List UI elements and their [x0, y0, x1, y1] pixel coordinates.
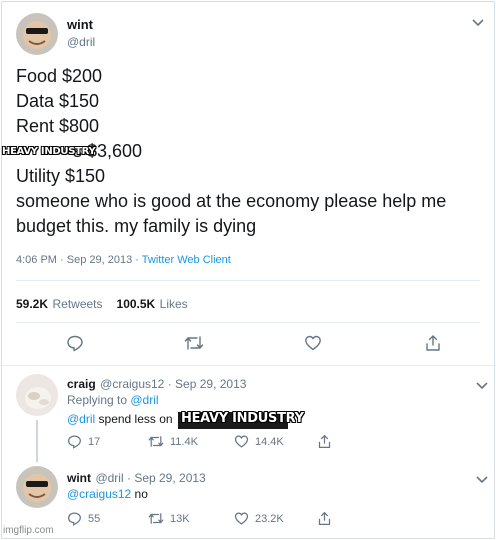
- retweets-stat[interactable]: 59.2K Retweets: [16, 295, 103, 313]
- likes-label: Likes: [159, 297, 188, 311]
- tweet-line-body-2: budget this. my family is dying: [16, 216, 257, 236]
- retweet-button[interactable]: 13K: [148, 511, 190, 526]
- reply-body: no: [131, 487, 148, 501]
- chevron-down-icon[interactable]: [472, 16, 484, 30]
- meme-overlay: HEAVY INDUSTRY: [2, 146, 96, 157]
- reply-text: @dril spend less on: [67, 412, 173, 426]
- like-count: 14.4K: [255, 435, 284, 448]
- replying-prefix: Replying to: [67, 393, 131, 407]
- reply-text: @craigus12 no: [67, 487, 148, 501]
- reply-body: spend less on: [95, 412, 173, 426]
- like-count: 23.2K: [255, 512, 284, 525]
- reply-date[interactable]: Sep 29, 2013: [175, 377, 246, 391]
- retweet-count: 13K: [170, 512, 190, 525]
- author-handle[interactable]: @dril: [67, 35, 95, 49]
- watermark: imgflip.com: [3, 525, 54, 536]
- tweet-client[interactable]: Twitter Web Client: [142, 254, 231, 266]
- tweet-line-data: Data $150: [16, 91, 100, 111]
- chevron-down-icon[interactable]: [476, 379, 488, 393]
- tweet-line-rent: Rent $800: [16, 116, 100, 136]
- retweet-icon: [148, 436, 164, 447]
- retweets-count: 59.2K: [16, 297, 49, 311]
- retweet-icon[interactable]: [184, 334, 204, 357]
- like-icon[interactable]: [304, 334, 322, 357]
- meme-overlay: HEAVY INDUSTRY: [181, 411, 304, 426]
- reply-icon: [68, 435, 81, 449]
- reply-author-handle[interactable]: @dril: [95, 471, 123, 485]
- retweet-count: 11.4K: [170, 435, 198, 448]
- like-icon: [234, 512, 249, 525]
- tweet-stats: 59.2K Retweets 100.5K Likes: [16, 295, 188, 313]
- likes-count: 100.5K: [116, 297, 156, 311]
- share-button[interactable]: [317, 434, 332, 449]
- divider: [16, 322, 480, 323]
- avatar[interactable]: [16, 13, 58, 55]
- reply-avatar[interactable]: [16, 466, 58, 508]
- retweet-icon: [148, 513, 164, 524]
- like-button[interactable]: 23.2K: [234, 511, 284, 526]
- reply-icon[interactable]: [66, 334, 84, 357]
- tweet-meta: 4:06 PM · Sep 29, 2013 · Twitter Web Cli…: [16, 254, 231, 266]
- replying-to: Replying to @dril: [67, 393, 159, 407]
- tweet-line-food: Food $200: [16, 66, 103, 86]
- chevron-down-icon[interactable]: [476, 473, 488, 487]
- reply-count: 17: [88, 435, 101, 448]
- retweet-button[interactable]: 11.4K: [148, 434, 198, 449]
- share-icon: [318, 434, 331, 448]
- tweet-line-body-1: someone who is good at the economy pleas…: [16, 191, 447, 211]
- reply-button[interactable]: 55: [67, 511, 100, 526]
- divider: [16, 280, 480, 281]
- reply-author-name[interactable]: wint: [67, 471, 91, 485]
- reply-actions: 55 13K 23.2K: [67, 511, 367, 529]
- likes-stat[interactable]: 100.5K Likes: [117, 295, 188, 313]
- reply-actions: 17 11.4K 14.4K: [67, 434, 367, 452]
- mention[interactable]: @craigus12: [67, 487, 131, 501]
- reply-header: craig @craigus12 · Sep 29, 2013: [67, 375, 246, 393]
- tweet-line-utility: Utility $150: [16, 166, 106, 186]
- separator: ·: [164, 377, 176, 391]
- reply-count: 55: [88, 512, 101, 525]
- reply-author-handle[interactable]: @craigus12: [100, 377, 164, 391]
- separator: ·: [123, 471, 135, 485]
- reply-avatar[interactable]: [16, 374, 58, 416]
- reply-header: wint @dril · Sep 29, 2013: [67, 469, 206, 487]
- retweets-label: Retweets: [52, 297, 103, 311]
- like-icon: [234, 435, 249, 448]
- divider: [0, 365, 496, 366]
- reply-author-name[interactable]: craig: [67, 377, 96, 391]
- reply-icon: [68, 512, 81, 526]
- share-button[interactable]: [317, 511, 332, 526]
- share-icon: [318, 511, 331, 525]
- reply-button[interactable]: 17: [67, 434, 100, 449]
- share-icon[interactable]: [424, 334, 442, 357]
- mention[interactable]: @dril: [67, 412, 95, 426]
- replying-handle[interactable]: @dril: [130, 393, 158, 407]
- thread-line: [36, 420, 38, 462]
- tweet-time[interactable]: 4:06 PM · Sep 29, 2013 ·: [16, 254, 142, 266]
- like-button[interactable]: 14.4K: [234, 434, 284, 449]
- reply-date[interactable]: Sep 29, 2013: [134, 471, 205, 485]
- author-name[interactable]: wint: [67, 17, 93, 32]
